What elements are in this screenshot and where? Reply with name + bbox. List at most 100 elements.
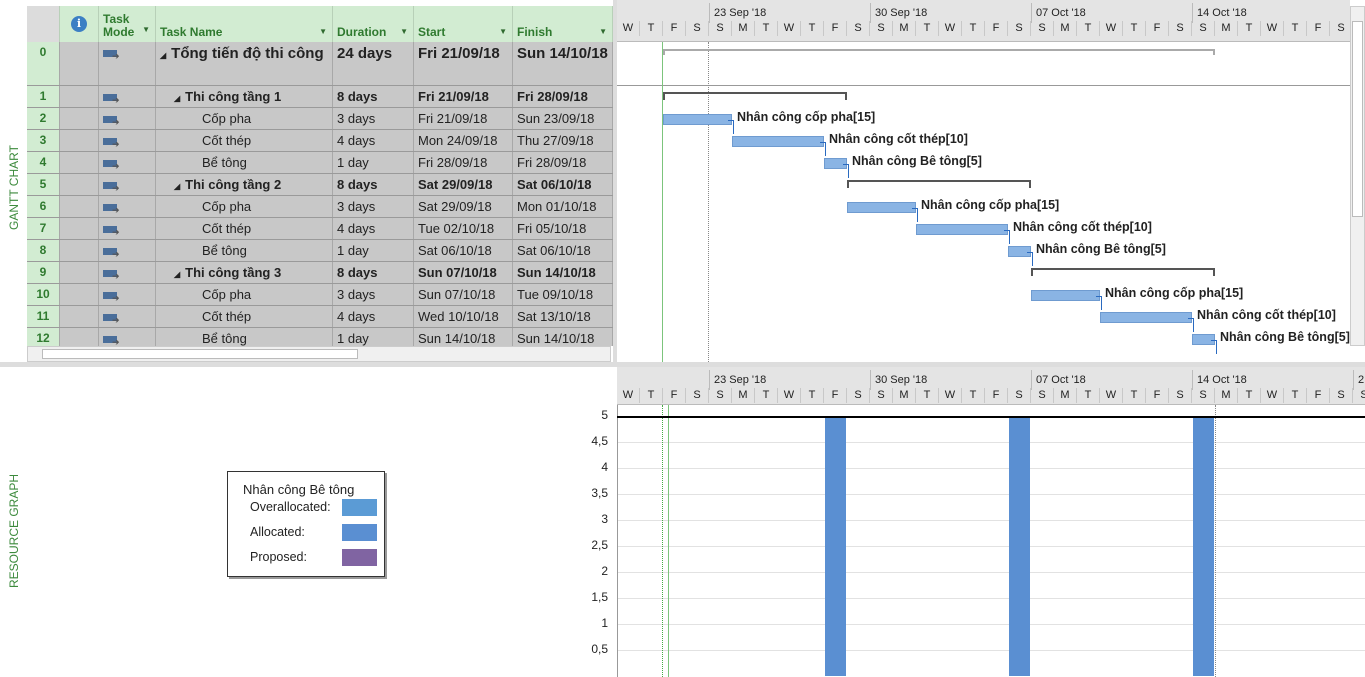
finish-cell[interactable]: Sun 14/10/18 xyxy=(513,328,613,346)
task-mode-cell[interactable] xyxy=(99,174,156,195)
task-mode-cell[interactable] xyxy=(99,240,156,261)
finish-cell[interactable]: Fri 05/10/18 xyxy=(513,218,613,239)
start-cell[interactable]: Sun 14/10/18 xyxy=(414,328,513,346)
task-row[interactable]: 6 Cốp pha 3 days Sat 29/09/18 Mon 01/10/… xyxy=(27,196,613,218)
row-number[interactable]: 12 xyxy=(27,328,60,346)
task-name-cell[interactable]: Cốt thép xyxy=(156,130,333,151)
finish-cell[interactable]: Sun 14/10/18 xyxy=(513,262,613,283)
task-bar[interactable] xyxy=(1031,290,1100,301)
task-bar[interactable] xyxy=(1100,312,1192,323)
duration-cell[interactable]: 8 days xyxy=(333,86,414,107)
task-row[interactable]: 8 Bể tông 1 day Sat 06/10/18 Sat 06/10/1… xyxy=(27,240,613,262)
task-mode-cell[interactable] xyxy=(99,196,156,217)
task-name-cell[interactable]: Cốt thép xyxy=(156,306,333,327)
duration-cell[interactable]: 3 days xyxy=(333,196,414,217)
collapse-icon[interactable]: ◢ xyxy=(174,270,180,279)
gantt-vertical-scrollbar[interactable] xyxy=(1350,6,1365,346)
finish-cell[interactable]: Sat 06/10/18 xyxy=(513,174,613,195)
start-cell[interactable]: Wed 10/10/18 xyxy=(414,306,513,327)
task-row[interactable]: 5 ◢ Thi công tầng 2 8 days Sat 29/09/18 S… xyxy=(27,174,613,196)
task-mode-cell[interactable] xyxy=(99,152,156,173)
row-number[interactable]: 7 xyxy=(27,218,60,239)
task-bar[interactable] xyxy=(916,224,1008,235)
task-mode-cell[interactable] xyxy=(99,284,156,305)
finish-cell[interactable]: Sat 06/10/18 xyxy=(513,240,613,261)
task-name-cell[interactable]: Cốp pha xyxy=(156,284,333,305)
start-cell[interactable]: Sun 07/10/18 xyxy=(414,284,513,305)
task-name-cell[interactable]: ◢ Thi công tầng 1 xyxy=(156,86,333,107)
duration-cell[interactable]: 4 days xyxy=(333,306,414,327)
task-name-cell[interactable]: Bể tông xyxy=(156,240,333,261)
finish-cell[interactable]: Fri 28/09/18 xyxy=(513,86,613,107)
collapse-icon[interactable]: ◢ xyxy=(174,94,180,103)
task-row[interactable]: 11 Cốt thép 4 days Wed 10/10/18 Sat 13/1… xyxy=(27,306,613,328)
task-bar[interactable] xyxy=(663,114,732,125)
summary-bar[interactable] xyxy=(1031,268,1215,276)
dropdown-arrow-icon[interactable]: ▼ xyxy=(599,27,607,36)
duration-cell[interactable]: 8 days xyxy=(333,174,414,195)
start-cell[interactable]: Sun 07/10/18 xyxy=(414,262,513,283)
task-name-cell[interactable]: Cốt thép xyxy=(156,218,333,239)
start-cell[interactable]: Sat 29/09/18 xyxy=(414,196,513,217)
task-name-cell[interactable]: Bể tông xyxy=(156,328,333,346)
task-mode-cell[interactable] xyxy=(99,306,156,327)
duration-cell[interactable]: 8 days xyxy=(333,262,414,283)
task-mode-cell[interactable] xyxy=(99,262,156,283)
task-name-cell[interactable]: ◢ Thi công tầng 2 xyxy=(156,174,333,195)
task-name-cell[interactable]: Cốp pha xyxy=(156,196,333,217)
row-number[interactable]: 11 xyxy=(27,306,60,327)
row-number[interactable]: 6 xyxy=(27,196,60,217)
summary-bar[interactable] xyxy=(847,180,1031,188)
project-summary-bar[interactable] xyxy=(663,49,1215,55)
task-row[interactable]: 0 ◢ Tổng tiến độ thi công 24 days Fri 21/… xyxy=(27,42,613,86)
duration-cell[interactable]: 1 day xyxy=(333,152,414,173)
task-row[interactable]: 4 Bể tông 1 day Fri 28/09/18 Fri 28/09/1… xyxy=(27,152,613,174)
finish-cell[interactable]: Sat 13/10/18 xyxy=(513,306,613,327)
dropdown-arrow-icon[interactable]: ▼ xyxy=(400,27,408,36)
finish-cell[interactable]: Sun 23/09/18 xyxy=(513,108,613,129)
task-mode-cell[interactable] xyxy=(99,130,156,151)
table-horizontal-scrollbar[interactable] xyxy=(27,346,611,362)
task-name-cell[interactable]: Cốp pha xyxy=(156,108,333,129)
task-row[interactable]: 3 Cốt thép 4 days Mon 24/09/18 Thu 27/09… xyxy=(27,130,613,152)
duration-cell[interactable]: 4 days xyxy=(333,130,414,151)
row-number[interactable]: 4 xyxy=(27,152,60,173)
task-name-header[interactable]: Task Name ▼ xyxy=(156,6,333,42)
task-name-cell[interactable]: Bể tông xyxy=(156,152,333,173)
select-all-corner[interactable] xyxy=(27,6,60,42)
start-cell[interactable]: Sat 06/10/18 xyxy=(414,240,513,261)
duration-cell[interactable]: 1 day xyxy=(333,328,414,346)
task-row[interactable]: 10 Cốp pha 3 days Sun 07/10/18 Tue 09/10… xyxy=(27,284,613,306)
finish-cell[interactable]: Thu 27/09/18 xyxy=(513,130,613,151)
start-cell[interactable]: Tue 02/10/18 xyxy=(414,218,513,239)
row-number[interactable]: 5 xyxy=(27,174,60,195)
row-number[interactable]: 8 xyxy=(27,240,60,261)
indicators-header[interactable]: i xyxy=(60,6,99,42)
task-name-cell[interactable]: ◢ Thi công tầng 3 xyxy=(156,262,333,283)
dropdown-arrow-icon[interactable]: ▼ xyxy=(142,23,150,36)
row-number[interactable]: 9 xyxy=(27,262,60,283)
finish-cell[interactable]: Mon 01/10/18 xyxy=(513,196,613,217)
start-cell[interactable]: Fri 21/09/18 xyxy=(414,42,513,85)
start-cell[interactable]: Fri 28/09/18 xyxy=(414,152,513,173)
start-header[interactable]: Start ▼ xyxy=(414,6,513,42)
duration-header[interactable]: Duration ▼ xyxy=(333,6,414,42)
task-mode-cell[interactable] xyxy=(99,328,156,346)
task-row[interactable]: 7 Cốt thép 4 days Tue 02/10/18 Fri 05/10… xyxy=(27,218,613,240)
row-number[interactable]: 3 xyxy=(27,130,60,151)
row-number[interactable]: 1 xyxy=(27,86,60,107)
summary-bar[interactable] xyxy=(663,92,847,100)
start-cell[interactable]: Fri 21/09/18 xyxy=(414,86,513,107)
task-mode-cell[interactable] xyxy=(99,42,156,85)
row-number[interactable]: 0 xyxy=(27,42,60,85)
collapse-icon[interactable]: ◢ xyxy=(174,182,180,191)
duration-cell[interactable]: 1 day xyxy=(333,240,414,261)
task-row[interactable]: 12 Bể tông 1 day Sun 14/10/18 Sun 14/10/… xyxy=(27,328,613,346)
task-bar[interactable] xyxy=(847,202,916,213)
duration-cell[interactable]: 4 days xyxy=(333,218,414,239)
task-mode-cell[interactable] xyxy=(99,86,156,107)
row-number[interactable]: 10 xyxy=(27,284,60,305)
task-bar[interactable] xyxy=(732,136,824,147)
start-cell[interactable]: Sat 29/09/18 xyxy=(414,174,513,195)
dropdown-arrow-icon[interactable]: ▼ xyxy=(499,27,507,36)
